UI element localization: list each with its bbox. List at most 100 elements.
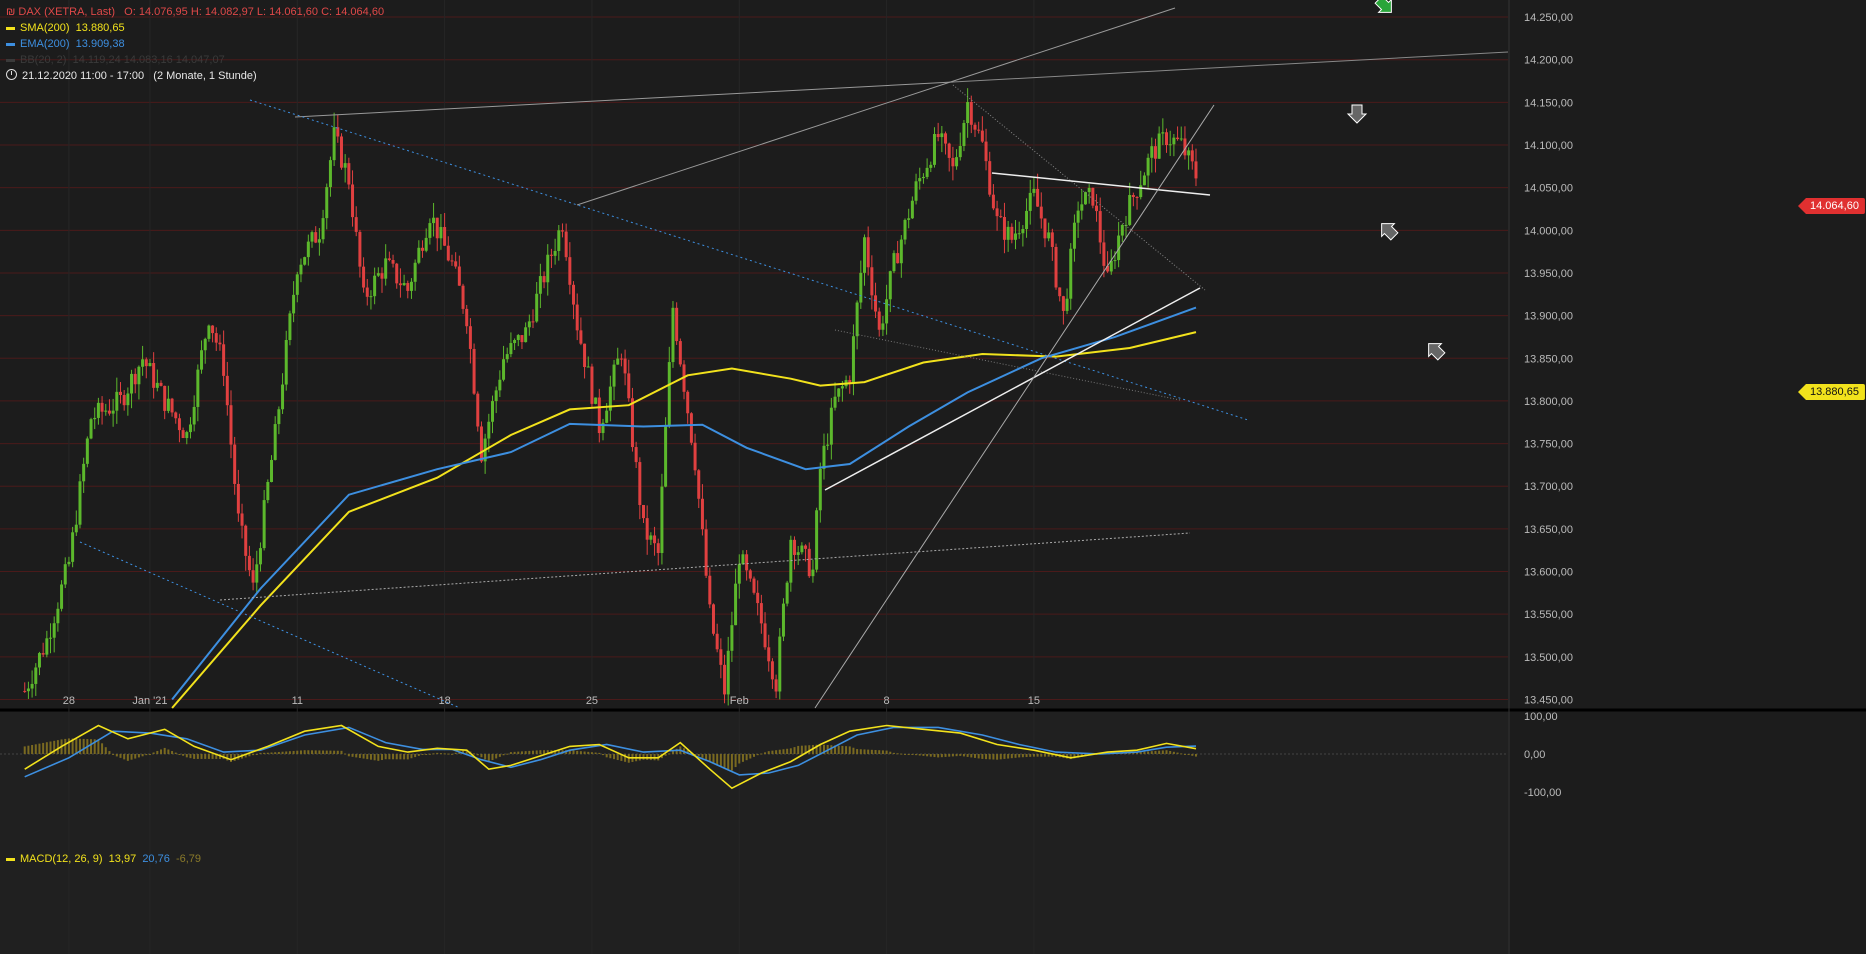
signal-value: 20,76 (142, 853, 170, 865)
macd-hist-bar (962, 754, 965, 757)
candle-up (1047, 232, 1051, 239)
macd-hist-bar (329, 750, 332, 754)
candle-down (715, 633, 719, 650)
candle-down (181, 430, 185, 439)
macd-hist-bar (336, 750, 339, 754)
candle-down (531, 321, 535, 323)
candle-down (767, 647, 771, 662)
macd-hist-bar (1187, 754, 1190, 755)
candle-up (1021, 229, 1025, 234)
candle-down (421, 247, 425, 251)
legend-timeframe[interactable]: 21.12.2020 11:00 - 17:00 (2 Monate, 1 St… (6, 69, 257, 83)
ema-swatch (6, 42, 15, 46)
macd-hist-bar (524, 751, 527, 754)
candle-down (1135, 197, 1139, 199)
candle-up (921, 176, 925, 179)
macd-hist-bar (852, 747, 855, 754)
candle-up (288, 313, 292, 340)
y-tick-label: 14.150,00 (1524, 97, 1573, 109)
macd-hist-bar (1003, 754, 1006, 759)
candle-down (549, 254, 553, 256)
candle-up (899, 239, 903, 264)
macd-hist-bar (101, 743, 104, 754)
candle-up (1087, 187, 1091, 193)
macd-hist-bar (67, 738, 70, 754)
price-chart[interactable]: 14.250,00 14.200,00 14.150,00 14.100,00 14.0… (0, 0, 1866, 954)
candle-down (623, 358, 627, 374)
macd-hist-bar (613, 754, 616, 760)
macd-hist-bar (450, 753, 453, 755)
candle-up (82, 463, 86, 482)
candle-up (1187, 150, 1191, 156)
macd-hist-bar (421, 754, 424, 755)
candle-up (826, 444, 830, 446)
macd-hist-bar (152, 752, 155, 754)
candle-up (851, 336, 855, 384)
macd-hist-bar (896, 753, 899, 755)
candle-up (432, 217, 436, 224)
candle-up (137, 366, 141, 385)
macd-hist-bar (1172, 751, 1175, 754)
macd-hist-bar (174, 752, 177, 754)
macd-hist-bar (160, 749, 163, 754)
x-tick-label: 28 (63, 695, 75, 707)
candle-down (1176, 137, 1180, 140)
macd-hist-bar (841, 745, 844, 754)
macd-hist-bar (211, 754, 214, 759)
macd-hist-bar (167, 749, 170, 754)
candle-up (785, 582, 789, 604)
macd-hist-bar (911, 754, 914, 755)
macd-hist-bar (576, 750, 579, 754)
candle-up (295, 274, 299, 295)
legend-main: ₪ DAX (XETRA, Last) O: 14.076,95 H: 14.0… (6, 5, 384, 19)
macd-hist-bar (664, 754, 667, 756)
candle-up (67, 561, 71, 565)
macd-hist-bar (756, 754, 759, 756)
y-tick-label: 13.600,00 (1524, 567, 1573, 579)
candle-down (380, 273, 384, 279)
macd-hist-bar (764, 752, 767, 754)
y-tick-label: 13.650,00 (1524, 524, 1573, 536)
candle-up (958, 146, 962, 158)
candle-up (818, 468, 822, 511)
candle-up (829, 407, 833, 445)
macd-hist-bar (502, 754, 505, 756)
candle-up (63, 564, 67, 585)
macd-hist-bar (775, 750, 778, 754)
candle-down (174, 412, 178, 419)
candle-down (572, 284, 576, 305)
candle-down (229, 405, 233, 445)
candle-up (538, 276, 542, 294)
macd-hist-bar (292, 750, 295, 754)
macd-hist-bar (1029, 754, 1032, 757)
candle-down (211, 325, 215, 334)
macd-hist-bar (601, 754, 604, 756)
macd-hist-bar (985, 754, 988, 760)
candle-down (454, 261, 458, 267)
macd-hist-bar (281, 751, 284, 754)
candle-up (487, 421, 491, 439)
candle-up (796, 552, 800, 555)
macd-hist-bar (1036, 754, 1039, 757)
macd-hist-bar (1165, 750, 1168, 754)
macd-hist-bar (668, 753, 671, 755)
legend-ema: EMA(200) 13.909,38 (6, 37, 125, 51)
candle-up (111, 410, 115, 414)
candle-up (192, 406, 196, 425)
candle-up (369, 296, 373, 298)
candle-down (1194, 161, 1198, 179)
candle-down (159, 382, 163, 386)
macd-hist-bar (981, 754, 984, 759)
macd-hist-bar (351, 754, 354, 757)
candle-up (196, 369, 200, 407)
candle-up (292, 294, 296, 314)
macd-hist-bar (767, 751, 770, 754)
candle-down (568, 257, 572, 285)
macd-hist-bar (200, 754, 203, 759)
candle-down (804, 545, 808, 549)
candle-down (1102, 242, 1106, 266)
candle-down (999, 216, 1003, 218)
macd-hist-bar (959, 754, 962, 756)
candle-up (789, 539, 793, 583)
candle-up (737, 564, 741, 584)
